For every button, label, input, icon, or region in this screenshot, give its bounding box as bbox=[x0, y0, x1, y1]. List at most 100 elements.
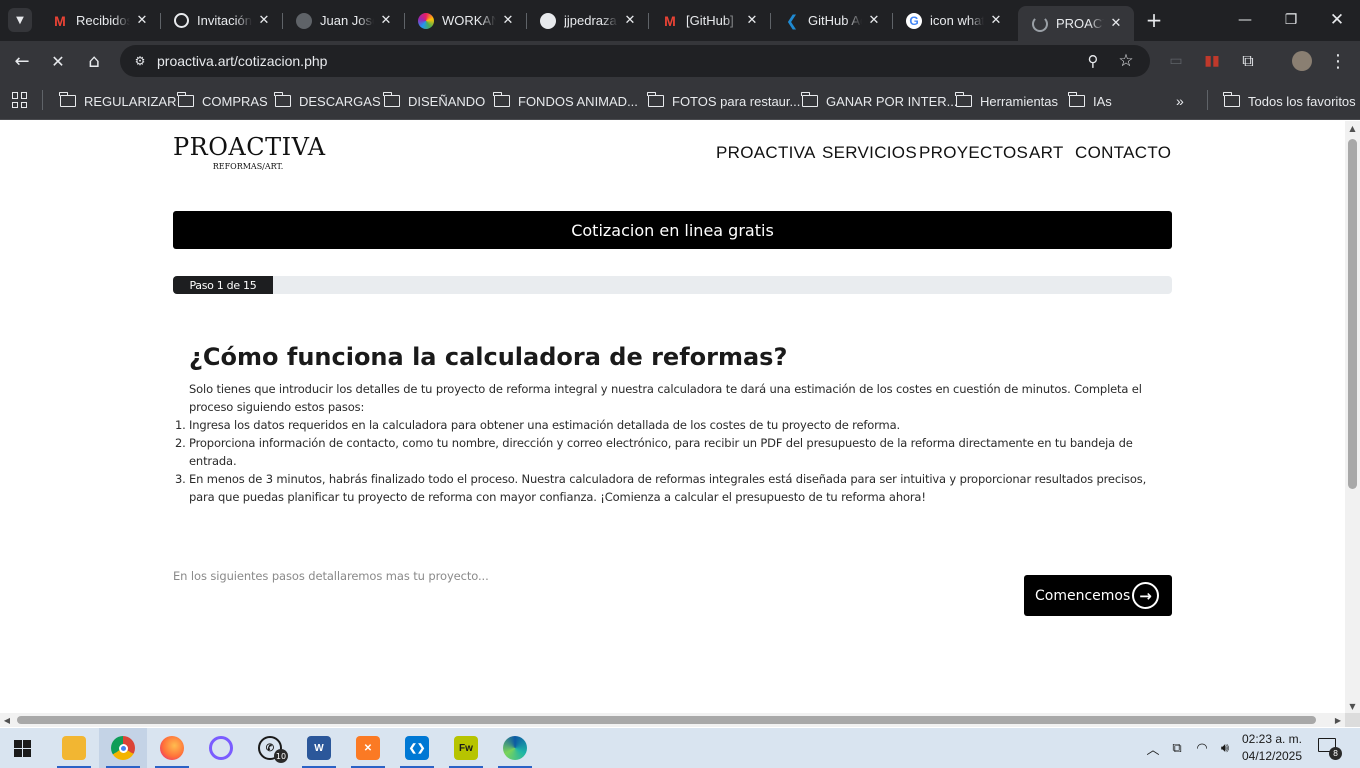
bookmark-label: GANAR POR INTER... bbox=[826, 93, 958, 109]
close-icon[interactable]: ✕ bbox=[988, 13, 1004, 29]
taskbar-firefox[interactable] bbox=[148, 728, 196, 768]
scrollbar-corner bbox=[1345, 713, 1360, 727]
scroll-down-icon[interactable]: ▼ bbox=[1345, 699, 1360, 713]
firefox-icon bbox=[160, 736, 184, 760]
nav-servicios[interactable]: SERVICIOS bbox=[822, 143, 917, 163]
wifi-icon[interactable]: ◠ bbox=[1193, 740, 1211, 756]
page-viewport: PROACTIVA REFORMAS/ART. PROACTIVA SERVIC… bbox=[0, 121, 1345, 713]
close-icon[interactable]: ✕ bbox=[744, 13, 760, 29]
tab-title: jjpedraza bbox=[564, 13, 617, 28]
stop-loading-button[interactable]: ✕ bbox=[46, 49, 70, 73]
minimize-button[interactable]: — bbox=[1222, 0, 1268, 40]
bookmark-star-icon[interactable]: ☆ bbox=[1114, 49, 1138, 73]
folder-icon bbox=[1223, 92, 1240, 107]
tab-title: Invitación bbox=[197, 13, 252, 28]
tab-4[interactable]: WORKANA ✕ bbox=[404, 6, 526, 35]
steps-list: 1. Ingresa los datos requeridos en la cal… bbox=[175, 416, 1149, 506]
bookmark-folder[interactable]: DESCARGAS bbox=[274, 91, 381, 111]
tab-3[interactable]: Juan Jose ✕ bbox=[282, 6, 404, 35]
new-tab-button[interactable]: + bbox=[1144, 10, 1164, 30]
close-icon[interactable]: ✕ bbox=[1108, 16, 1124, 32]
bookmark-folder[interactable]: COMPRAS bbox=[177, 91, 268, 111]
cast-icon[interactable]: ▭ bbox=[1164, 49, 1188, 73]
menu-kebab-icon[interactable]: ⋮ bbox=[1326, 49, 1350, 73]
taskbar-whatsapp[interactable]: ✆ 10 bbox=[246, 728, 294, 768]
bookmark-folder[interactable]: Herramientas bbox=[955, 91, 1058, 111]
google-icon: G bbox=[906, 12, 922, 29]
vscode-icon: ❮❯ bbox=[405, 736, 429, 760]
scroll-left-icon[interactable]: ◀ bbox=[0, 713, 14, 727]
nav-art[interactable]: ART bbox=[1029, 143, 1064, 163]
tab-1[interactable]: M Recibidos ✕ bbox=[38, 6, 160, 35]
taskbar-xampp[interactable]: ✕ bbox=[344, 728, 392, 768]
bookmark-folder[interactable]: DISEÑANDO bbox=[383, 91, 485, 111]
more-bookmarks-chevron-icon[interactable]: » bbox=[1176, 91, 1184, 111]
bookmark-folder[interactable]: FOTOS para restaur... bbox=[647, 91, 800, 111]
taskbar-chrome[interactable] bbox=[99, 728, 147, 768]
scroll-up-icon[interactable]: ▲ bbox=[1345, 121, 1360, 135]
nav-proactiva[interactable]: PROACTIVA bbox=[716, 143, 816, 163]
close-icon[interactable]: ✕ bbox=[622, 13, 638, 29]
tab-6[interactable]: M [GitHub] ✕ bbox=[648, 6, 770, 35]
tab-7[interactable]: ❮ GitHub Ac ✕ bbox=[770, 6, 892, 35]
close-icon[interactable]: ✕ bbox=[500, 13, 516, 29]
taskbar-file-explorer[interactable] bbox=[50, 728, 98, 768]
folder-icon bbox=[59, 92, 76, 107]
extension-icon[interactable]: ▮▮ bbox=[1200, 49, 1224, 73]
tab-9-active[interactable]: PROACTIV ✕ bbox=[1018, 6, 1134, 41]
folder-icon bbox=[1068, 92, 1085, 107]
start-button[interactable]: Comencemos → bbox=[1024, 575, 1172, 616]
tray-chevron-up-icon[interactable]: ︿ bbox=[1144, 740, 1162, 758]
bookmark-folder[interactable]: GANAR POR INTER... bbox=[801, 91, 958, 111]
notification-center-icon[interactable]: 8 bbox=[1318, 738, 1342, 760]
scrollbar-thumb[interactable] bbox=[17, 716, 1316, 724]
step-text: Ingresa los datos requeridos en la calcu… bbox=[189, 418, 901, 432]
scrollbar-thumb[interactable] bbox=[1348, 139, 1357, 489]
home-button[interactable]: ⌂ bbox=[82, 49, 106, 73]
horizontal-scrollbar[interactable]: ◀ ▶ bbox=[0, 713, 1345, 727]
logo-tagline: REFORMAS/ART. bbox=[212, 162, 284, 171]
close-icon[interactable]: ✕ bbox=[256, 13, 272, 29]
bookmark-folder[interactable]: FONDOS ANIMAD... bbox=[493, 91, 638, 111]
nav-proyectos[interactable]: PROYECTOS bbox=[919, 143, 1028, 163]
globe-icon bbox=[296, 12, 312, 29]
url-text[interactable]: proactiva.art/cotizacion.php bbox=[157, 53, 327, 69]
bookmark-folder[interactable]: REGULARIZAR bbox=[59, 91, 176, 111]
tab-8[interactable]: G icon what ✕ bbox=[892, 6, 1014, 35]
extensions-puzzle-icon[interactable]: ⧉ bbox=[1236, 49, 1260, 73]
close-icon[interactable]: ✕ bbox=[378, 13, 394, 29]
apps-grid-icon[interactable] bbox=[12, 92, 28, 108]
tab-search-chevron-icon[interactable]: ▼ bbox=[8, 8, 32, 32]
profile-avatar[interactable] bbox=[1290, 49, 1314, 73]
vertical-scrollbar[interactable]: ▲ ▼ bbox=[1345, 121, 1360, 713]
tab-2[interactable]: Invitación ✕ bbox=[160, 6, 282, 35]
all-bookmarks-folder[interactable]: Todos los favoritos bbox=[1223, 91, 1356, 111]
windows-start-icon[interactable] bbox=[14, 740, 31, 757]
zoom-icon[interactable]: ⚲ bbox=[1081, 49, 1105, 73]
taskbar-word[interactable]: W bbox=[295, 728, 343, 768]
site-info-icon[interactable]: ⚙ bbox=[128, 49, 152, 73]
bookmark-folder[interactable]: IAs bbox=[1068, 91, 1112, 111]
taskbar-vscode[interactable]: ❮❯ bbox=[393, 728, 441, 768]
tab-title: [GitHub] bbox=[686, 13, 734, 28]
taskbar-app[interactable] bbox=[197, 728, 245, 768]
gmail-icon: M bbox=[54, 12, 66, 29]
taskbar-edge[interactable] bbox=[491, 728, 539, 768]
close-window-button[interactable]: ✕ bbox=[1314, 0, 1360, 40]
nav-contacto[interactable]: CONTACTO bbox=[1075, 143, 1171, 163]
address-bar[interactable]: ⚙ proactiva.art/cotizacion.php ⚲ ☆ bbox=[120, 45, 1150, 77]
site-logo[interactable]: PROACTIVA REFORMAS/ART. bbox=[173, 134, 325, 171]
close-icon[interactable]: ✕ bbox=[866, 13, 882, 29]
close-icon[interactable]: ✕ bbox=[134, 13, 150, 29]
progress-fill: Paso 1 de 15 bbox=[173, 276, 273, 294]
restore-button[interactable]: ❐ bbox=[1268, 0, 1314, 40]
scroll-right-icon[interactable]: ▶ bbox=[1331, 713, 1345, 727]
taskbar-fireworks[interactable]: Fw bbox=[442, 728, 490, 768]
back-button[interactable]: ← bbox=[10, 49, 34, 73]
system-clock[interactable]: 02:23 a. m. 04/12/2025 bbox=[1236, 731, 1308, 765]
tray-display-icon[interactable]: ⧉ bbox=[1168, 740, 1186, 756]
progress-label: Paso 1 de 15 bbox=[189, 278, 257, 292]
tab-5[interactable]: jjpedraza ✕ bbox=[526, 6, 648, 35]
list-item: 2. Proporciona información de contacto, c… bbox=[175, 436, 1133, 468]
volume-icon[interactable]: 🔊︎ bbox=[1216, 740, 1234, 756]
